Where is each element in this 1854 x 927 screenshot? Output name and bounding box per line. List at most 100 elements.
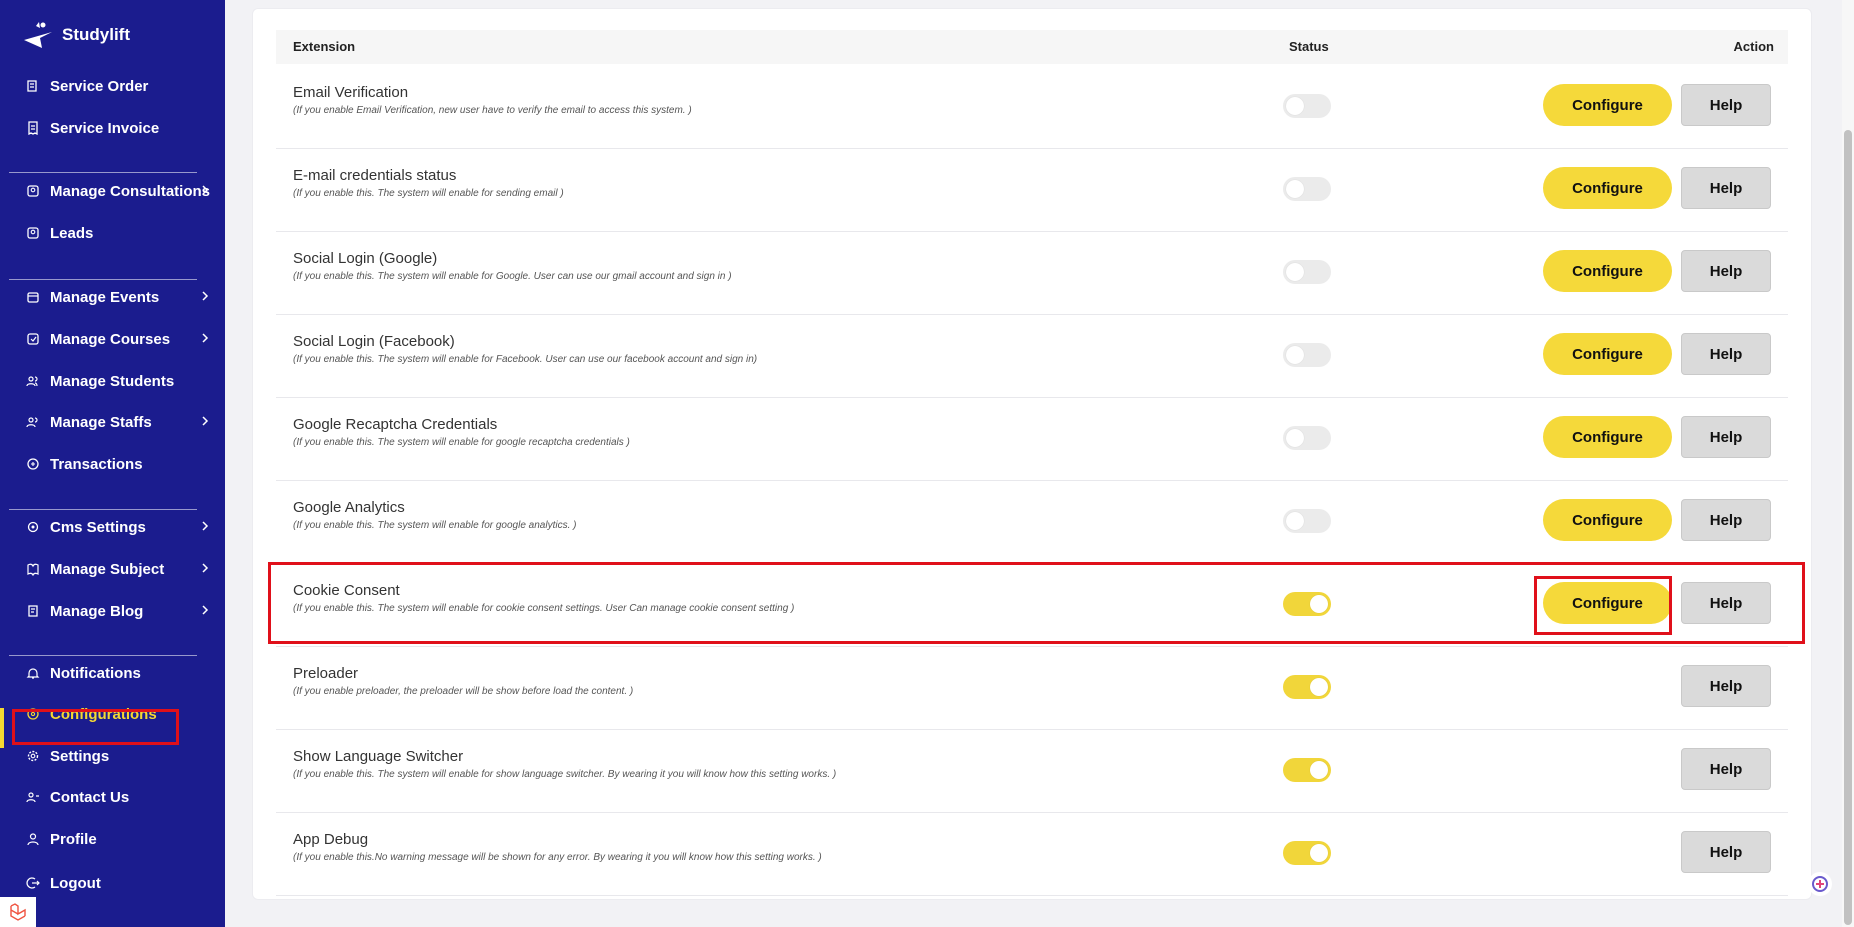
assistant-float-button[interactable] [1808, 872, 1832, 896]
table-header: Extension Status Action [276, 30, 1788, 64]
header-action: Action [1733, 39, 1774, 54]
extension-description: (If you enable this. The system will ena… [293, 271, 732, 282]
status-toggle[interactable] [1283, 841, 1331, 865]
help-button[interactable]: Help [1681, 499, 1771, 541]
extension-title: Show Language Switcher [293, 748, 464, 765]
contact-icon [26, 792, 39, 803]
courses-icon [27, 333, 39, 345]
toggle-knob [1286, 346, 1304, 364]
table-row: Preloader (If you enable preloader, the p… [276, 646, 1788, 730]
table-row: Google Recaptcha Credentials (If you enab… [276, 397, 1788, 481]
help-button[interactable]: Help [1681, 333, 1771, 375]
sidebar-item-manage-blog[interactable]: Manage Blog [26, 597, 216, 625]
sidebar-item-notifications[interactable]: Notifications [26, 659, 216, 687]
extension-description: (If you enable this. The system will ena… [293, 354, 758, 365]
chevron-right-icon [202, 291, 209, 301]
sidebar-item-service-invoice[interactable]: Service Invoice [26, 114, 216, 142]
sidebar-item-label: Manage Staffs [50, 413, 152, 431]
bell-icon [26, 668, 40, 679]
sidebar-item-label: Profile [50, 830, 97, 848]
sidebar-item-cms-settings[interactable]: Cms Settings [26, 513, 216, 541]
active-indicator [0, 708, 4, 748]
help-button[interactable]: Help [1681, 167, 1771, 209]
brand-name: Studylift [62, 25, 130, 44]
sidebar-divider [9, 509, 197, 510]
sidebar-divider [9, 655, 197, 656]
sidebar-item-manage-students[interactable]: Manage Students [26, 367, 216, 395]
toggle-knob [1286, 429, 1304, 447]
sidebar-item-label: Settings [50, 747, 110, 765]
status-toggle[interactable] [1283, 260, 1331, 284]
sidebar-item-transactions[interactable]: Transactions [26, 450, 216, 478]
extension-description: (If you enable this.No warning message w… [293, 852, 822, 863]
sidebar-item-label: Notifications [50, 664, 141, 682]
sidebar-item-manage-courses[interactable]: Manage Courses [26, 325, 216, 353]
help-button[interactable]: Help [1681, 831, 1771, 873]
extension-description: (If you enable preloader, the preloader … [293, 686, 634, 697]
table-row: E-mail credentials status (If you enable … [276, 148, 1788, 232]
status-toggle[interactable] [1283, 426, 1331, 450]
status-toggle[interactable] [1283, 509, 1331, 533]
sidebar-item-manage-staffs[interactable]: Manage Staffs [26, 408, 216, 436]
extension-title: App Debug [293, 831, 369, 848]
toggle-knob [1310, 844, 1328, 862]
laravel-badge[interactable] [0, 897, 36, 927]
highlight-box-configurations [12, 709, 179, 745]
user-icon [27, 833, 39, 846]
status-toggle[interactable] [1283, 343, 1331, 367]
status-toggle[interactable] [1283, 675, 1331, 699]
brand[interactable]: Studylift [22, 20, 130, 50]
staffs-icon [26, 417, 38, 428]
help-button[interactable]: Help [1681, 84, 1771, 126]
toggle-knob [1310, 761, 1328, 779]
chevron-right-icon [202, 333, 209, 343]
sidebar-item-manage-events[interactable]: Manage Events [26, 283, 216, 311]
blog-icon [28, 605, 38, 617]
sidebar-item-logout[interactable]: Logout [26, 869, 216, 897]
sidebar-item-manage-consultations[interactable]: Manage Consultations [26, 177, 216, 205]
status-toggle[interactable] [1283, 94, 1331, 118]
service-order-icon [27, 80, 37, 92]
transactions-icon [27, 458, 39, 470]
chevron-right-icon [202, 521, 209, 531]
help-button[interactable]: Help [1681, 416, 1771, 458]
help-button[interactable]: Help [1681, 250, 1771, 292]
sidebar-item-contact-us[interactable]: Contact Us [26, 783, 216, 811]
extension-description: (If you enable this. The system will ena… [293, 437, 630, 448]
students-icon [26, 376, 38, 387]
chevron-right-icon [202, 605, 209, 615]
chevron-right-icon [202, 416, 209, 426]
sidebar-item-label: Manage Subject [50, 560, 165, 578]
toggle-knob [1286, 97, 1304, 115]
status-toggle[interactable] [1283, 758, 1331, 782]
cms-settings-icon [27, 521, 39, 533]
status-toggle[interactable] [1283, 177, 1331, 201]
sidebar-item-label: Logout [50, 874, 101, 892]
configure-button[interactable]: Configure [1543, 333, 1672, 375]
sidebar-item-label: Leads [50, 224, 94, 242]
configure-button[interactable]: Configure [1543, 499, 1672, 541]
help-button[interactable]: Help [1681, 665, 1771, 707]
chevron-right-icon [202, 185, 209, 195]
sidebar-divider [9, 172, 197, 173]
sidebar-item-manage-subject[interactable]: Manage Subject [26, 555, 216, 583]
sidebar-item-leads[interactable]: Leads [26, 219, 216, 247]
configure-button[interactable]: Configure [1543, 84, 1672, 126]
sidebar-item-service-order[interactable]: Service Order [26, 72, 216, 100]
sidebar-item-label: Service Invoice [50, 119, 160, 137]
help-button[interactable]: Help [1681, 748, 1771, 790]
sidebar-item-label: Service Order [50, 77, 149, 95]
gear-icon [27, 750, 39, 762]
header-status: Status [1289, 39, 1329, 54]
header-extension: Extension [293, 39, 356, 54]
configure-button[interactable]: Configure [1543, 250, 1672, 292]
extension-description: (If you enable this. The system will ena… [293, 188, 564, 199]
configure-button[interactable]: Configure [1543, 416, 1672, 458]
sidebar-item-profile[interactable]: Profile [26, 825, 216, 853]
configure-button[interactable]: Configure [1543, 167, 1672, 209]
sidebar-item-settings[interactable]: Settings [26, 742, 216, 770]
extension-title: Social Login (Google) [293, 250, 438, 267]
scrollbar-thumb[interactable] [1844, 130, 1852, 925]
table-row: Social Login (Facebook) (If you enable th… [276, 314, 1788, 398]
sidebar-item-label: Manage Blog [50, 602, 144, 620]
